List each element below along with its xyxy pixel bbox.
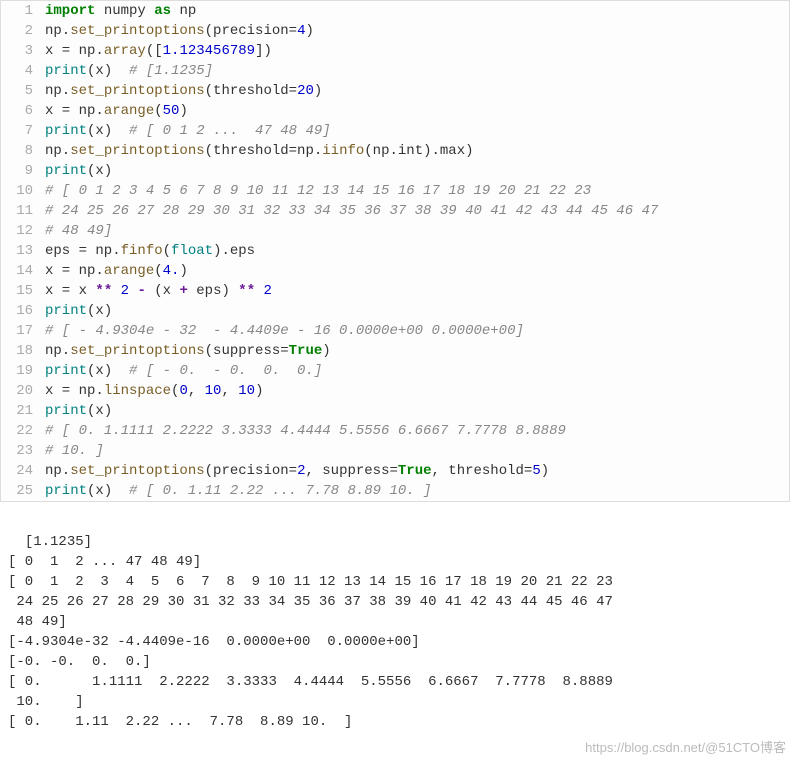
code-text: print(x) [41,301,112,321]
line-number: 25 [1,481,41,501]
code-text: np.set_printoptions(precision=2, suppres… [41,461,549,481]
code-line: 6x = np.arange(50) [1,101,789,121]
code-line: 8np.set_printoptions(threshold=np.iinfo(… [1,141,789,161]
line-number: 2 [1,21,41,41]
code-line: 16print(x) [1,301,789,321]
code-line: 12# 48 49] [1,221,789,241]
line-number: 7 [1,121,41,141]
code-block: 1import numpy as np2np.set_printoptions(… [0,0,790,502]
code-line: 15x = x ** 2 - (x + eps) ** 2 [1,281,789,301]
line-number: 6 [1,101,41,121]
code-text: x = np.array([1.123456789]) [41,41,272,61]
code-line: 4print(x) # [1.1235] [1,61,789,81]
code-text: print(x) [41,161,112,181]
code-text: print(x) # [ 0 1 2 ... 47 48 49] [41,121,331,141]
line-number: 4 [1,61,41,81]
code-text: # [ - 4.9304e - 32 - 4.4409e - 16 0.0000… [41,321,524,341]
code-text: import numpy as np [41,1,196,21]
code-line: 19print(x) # [ - 0. - 0. 0. 0.] [1,361,789,381]
code-text: # 10. ] [41,441,104,461]
code-line: 21print(x) [1,401,789,421]
code-text: print(x) # [1.1235] [41,61,213,81]
line-number: 1 [1,1,41,21]
code-text: # [ 0 1 2 3 4 5 6 7 8 9 10 11 12 13 14 1… [41,181,591,201]
code-line: 11# 24 25 26 27 28 29 30 31 32 33 34 35 … [1,201,789,221]
code-line: 5np.set_printoptions(threshold=20) [1,81,789,101]
code-line: 10# [ 0 1 2 3 4 5 6 7 8 9 10 11 12 13 14… [1,181,789,201]
code-text: print(x) [41,401,112,421]
code-line: 14x = np.arange(4.) [1,261,789,281]
line-number: 3 [1,41,41,61]
code-line: 22# [ 0. 1.1111 2.2222 3.3333 4.4444 5.5… [1,421,789,441]
code-line: 2np.set_printoptions(precision=4) [1,21,789,41]
code-line: 3x = np.array([1.123456789]) [1,41,789,61]
output-text: [1.1235] [ 0 1 2 ... 47 48 49] [ 0 1 2 3… [8,534,613,730]
line-number: 22 [1,421,41,441]
code-text: x = np.linspace(0, 10, 10) [41,381,264,401]
code-text: np.set_printoptions(precision=4) [41,21,314,41]
line-number: 19 [1,361,41,381]
code-line: 25print(x) # [ 0. 1.11 2.22 ... 7.78 8.8… [1,481,789,501]
line-number: 14 [1,261,41,281]
line-number: 20 [1,381,41,401]
line-number: 15 [1,281,41,301]
code-text: np.set_printoptions(suppress=True) [41,341,331,361]
line-number: 24 [1,461,41,481]
code-line: 20x = np.linspace(0, 10, 10) [1,381,789,401]
code-text: print(x) # [ 0. 1.11 2.22 ... 7.78 8.89 … [41,481,431,501]
code-line: 7print(x) # [ 0 1 2 ... 47 48 49] [1,121,789,141]
code-text: # [ 0. 1.1111 2.2222 3.3333 4.4444 5.555… [41,421,566,441]
line-number: 12 [1,221,41,241]
code-text: print(x) # [ - 0. - 0. 0. 0.] [41,361,322,381]
code-text: eps = np.finfo(float).eps [41,241,255,261]
line-number: 17 [1,321,41,341]
code-text: np.set_printoptions(threshold=np.iinfo(n… [41,141,474,161]
line-number: 10 [1,181,41,201]
watermark: https://blog.csdn.net/@51CTO博客 [585,738,786,758]
code-line: 9print(x) [1,161,789,181]
code-text: x = x ** 2 - (x + eps) ** 2 [41,281,272,301]
line-number: 11 [1,201,41,221]
code-line: 23# 10. ] [1,441,789,461]
code-line: 24np.set_printoptions(precision=2, suppr… [1,461,789,481]
line-number: 21 [1,401,41,421]
line-number: 8 [1,141,41,161]
code-line: 13eps = np.finfo(float).eps [1,241,789,261]
line-number: 18 [1,341,41,361]
line-number: 13 [1,241,41,261]
line-number: 23 [1,441,41,461]
code-text: # 48 49] [41,221,112,241]
line-number: 16 [1,301,41,321]
code-line: 1import numpy as np [1,1,789,21]
line-number: 5 [1,81,41,101]
code-text: # 24 25 26 27 28 29 30 31 32 33 34 35 36… [41,201,658,221]
output-block: [1.1235] [ 0 1 2 ... 47 48 49] [ 0 1 2 3… [0,508,790,760]
code-line: 18np.set_printoptions(suppress=True) [1,341,789,361]
code-text: np.set_printoptions(threshold=20) [41,81,322,101]
code-text: x = np.arange(4.) [41,261,188,281]
line-number: 9 [1,161,41,181]
code-text: x = np.arange(50) [41,101,188,121]
code-line: 17# [ - 4.9304e - 32 - 4.4409e - 16 0.00… [1,321,789,341]
